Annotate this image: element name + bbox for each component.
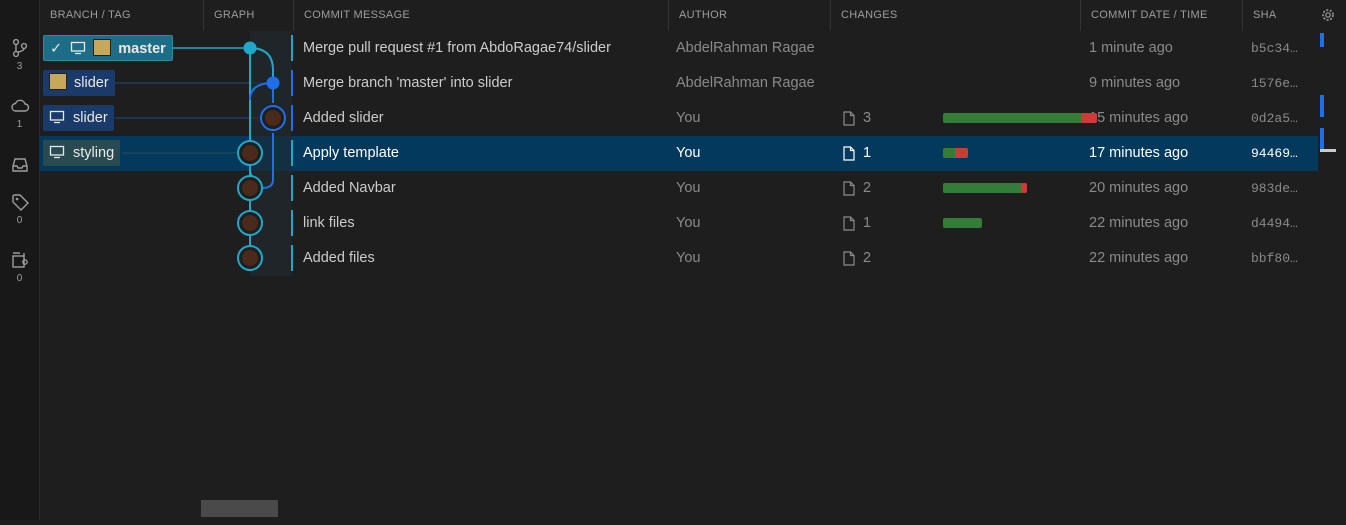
commit-date: 17 minutes ago	[1089, 145, 1189, 161]
commit-author: AbdelRahman Ragae	[676, 40, 815, 56]
file-icon	[843, 181, 855, 196]
commit-sha: d4494…	[1251, 216, 1298, 231]
commit-message: Added slider	[303, 110, 384, 126]
commit-changes: 3	[841, 101, 1097, 136]
commit-message: Added Navbar	[303, 180, 396, 196]
remotes-button[interactable]: 1	[0, 96, 39, 131]
commit-author: You	[676, 250, 701, 266]
activity-bar: 3 1 0 0	[0, 0, 40, 520]
inbox-icon	[11, 158, 28, 172]
cloud-icon	[10, 99, 29, 112]
commit-date: 20 minutes ago	[1089, 180, 1189, 196]
source-control-count: 3	[16, 61, 23, 72]
deletions-bar	[1020, 183, 1027, 193]
commit-graph-panel: BRANCH / TAG GRAPH COMMIT MESSAGE AUTHOR…	[40, 0, 1337, 520]
commit-author: You	[676, 180, 701, 196]
deletions-bar	[955, 148, 968, 158]
changed-files-count: 1	[863, 215, 872, 231]
file-icon	[843, 251, 855, 266]
commit-message: Merge pull request #1 from AbdoRagae74/s…	[303, 40, 611, 56]
commit-date: 22 minutes ago	[1089, 250, 1189, 266]
tag-icon	[11, 194, 29, 211]
commit-author: You	[676, 145, 701, 161]
commit-author: You	[676, 110, 701, 126]
commit-changes: 2	[841, 171, 1071, 206]
file-icon	[843, 216, 855, 231]
tags-button[interactable]: 0	[0, 192, 39, 227]
commit-message: Added files	[303, 250, 375, 266]
worktrees-count: 0	[16, 273, 23, 284]
commit-author: You	[676, 215, 701, 231]
commit-sha: bbf80…	[1251, 251, 1298, 266]
additions-bar	[943, 113, 1084, 123]
file-icon	[843, 146, 855, 161]
commit-date: 9 minutes ago	[1089, 75, 1181, 91]
settings-gear-icon[interactable]	[1321, 8, 1335, 22]
commit-node	[266, 76, 280, 90]
commit-changes: 1	[841, 206, 1071, 241]
column-changes[interactable]: CHANGES	[830, 0, 1080, 31]
commit-date: 22 minutes ago	[1089, 215, 1189, 231]
additions-bar	[943, 183, 1023, 193]
additions-bar	[943, 218, 982, 228]
changed-files-count: 2	[863, 180, 872, 196]
commit-sha: 983de…	[1251, 181, 1298, 196]
changed-files-count: 1	[863, 145, 872, 161]
remotes-count: 1	[16, 119, 23, 130]
commit-sha: b5c34…	[1251, 41, 1298, 56]
commit-message: Apply template	[303, 145, 399, 161]
worktrees-button[interactable]: 0	[0, 250, 39, 285]
column-sha[interactable]: SHA	[1242, 0, 1322, 31]
file-icon	[843, 111, 855, 126]
worktree-icon	[11, 252, 28, 268]
commit-sha: 1576e…	[1251, 76, 1298, 91]
commit-sha: 0d2a5…	[1251, 111, 1298, 126]
column-author[interactable]: AUTHOR	[668, 0, 830, 31]
commit-author: AbdelRahman Ragae	[676, 75, 815, 91]
commit-message: link files	[303, 215, 355, 231]
commit-node	[243, 41, 257, 55]
source-control-icon	[12, 38, 27, 58]
column-commit-message[interactable]: COMMIT MESSAGE	[293, 0, 668, 31]
horizontal-scrollbar[interactable]	[201, 500, 278, 517]
commit-changes: 1	[841, 136, 1071, 171]
changed-files-count: 2	[863, 250, 872, 266]
commit-sha: 94469…	[1251, 146, 1298, 161]
changed-files-count: 3	[863, 110, 872, 126]
column-commit-date[interactable]: COMMIT DATE / TIME	[1080, 0, 1242, 31]
deletions-bar	[1081, 113, 1097, 123]
commit-message: Merge branch 'master' into slider	[303, 75, 513, 91]
commit-date: 1 minute ago	[1089, 40, 1173, 56]
commit-changes: 2	[841, 241, 1071, 276]
source-control-button[interactable]: 3	[0, 38, 39, 73]
tags-count: 0	[16, 215, 23, 226]
commit-date: 15 minutes ago	[1089, 110, 1189, 126]
stashes-button[interactable]	[0, 155, 39, 175]
commit-graph	[115, 31, 293, 276]
